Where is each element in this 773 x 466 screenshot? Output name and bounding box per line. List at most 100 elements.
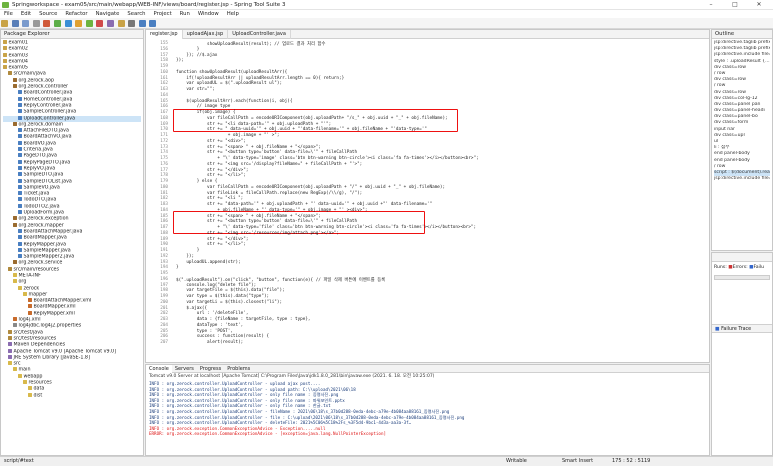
tree-item-label: UploadController.java bbox=[23, 116, 76, 122]
menu-help[interactable]: Help bbox=[223, 10, 243, 18]
line-number: 181 bbox=[160, 190, 168, 196]
tree-item-icon bbox=[18, 102, 22, 107]
code-line[interactable]: var fileLink = fileCallPath.replace(new … bbox=[176, 191, 362, 196]
tab-register-jsp[interactable]: register.jsp bbox=[146, 30, 183, 39]
code-line[interactable]: str += "<span> " + obj.fileName + "</spa… bbox=[176, 214, 321, 219]
search-icon[interactable] bbox=[128, 20, 136, 27]
back-icon[interactable] bbox=[138, 20, 146, 27]
code-line[interactable]: str += "<img src='/resources/img/attach.… bbox=[176, 231, 339, 236]
code-line[interactable]: str += "data-path='" + obj.uploadPath + … bbox=[176, 202, 432, 207]
code-line[interactable]: var targetFile = $(this).data("file"); bbox=[176, 288, 284, 293]
code-line[interactable]: } bbox=[176, 265, 179, 270]
menu-file[interactable]: File bbox=[0, 10, 17, 18]
code-line[interactable]: + obj.fileName + "' data-type='" + obj.i… bbox=[176, 208, 367, 213]
code-line[interactable]: str += "<button type='button' data-file=… bbox=[176, 150, 357, 155]
code-line[interactable]: var type = $(this).data("type"); bbox=[176, 294, 269, 299]
code-line[interactable]: alert(result); bbox=[176, 340, 243, 345]
code-line[interactable]: } bbox=[176, 47, 200, 52]
code-line[interactable]: var str=""; bbox=[176, 87, 214, 92]
outline-item[interactable]: jsp:directive.include file= bbox=[714, 52, 770, 58]
code-line[interactable]: $.ajax({ bbox=[176, 306, 207, 311]
menu-run[interactable]: Run bbox=[176, 10, 194, 18]
menu-refactor[interactable]: Refactor bbox=[61, 10, 91, 18]
console-output[interactable]: INFO : org.zerock.controller.UploadContr… bbox=[146, 380, 709, 455]
code-line[interactable]: str += "<li data-path='" + obj.uploadPat… bbox=[176, 122, 331, 127]
code-line[interactable]: } else { bbox=[176, 179, 218, 184]
tree-item-icon bbox=[23, 380, 27, 385]
new-icon[interactable] bbox=[1, 20, 8, 27]
code-line[interactable]: var uploadUL = $(".uploadResult ul"); bbox=[176, 81, 282, 86]
tree-item-label: resources bbox=[28, 380, 52, 386]
print-icon[interactable] bbox=[32, 20, 40, 27]
code-line[interactable]: str += "<img src='/display?fileName=" + … bbox=[176, 162, 362, 167]
code-area[interactable]: 155 showUploadResult(result); // 업로드 결과 … bbox=[146, 39, 709, 362]
menu-window[interactable]: Window bbox=[194, 10, 223, 18]
code-line[interactable]: uploadUL.append(str); bbox=[176, 260, 240, 265]
close-button[interactable]: ✕ bbox=[747, 0, 771, 10]
maximize-button[interactable]: □ bbox=[723, 0, 747, 10]
code-line[interactable]: }); bbox=[176, 58, 184, 63]
code-line[interactable]: var fileCallPath = encodeURIComponent(ob… bbox=[176, 185, 445, 190]
code-line[interactable]: var fileCallPath = encodeURIComponent(ob… bbox=[176, 116, 448, 121]
code-line[interactable]: data : {fileName : targetFile, type : ty… bbox=[176, 317, 311, 322]
tree-item-icon bbox=[13, 121, 17, 126]
menu-project[interactable]: Project bbox=[150, 10, 176, 18]
run-icon[interactable] bbox=[53, 20, 61, 27]
code-line[interactable]: } bbox=[176, 248, 200, 253]
menu-search[interactable]: Search bbox=[123, 10, 149, 18]
save-icon[interactable] bbox=[11, 20, 19, 27]
code-line[interactable]: str += "<li "; bbox=[176, 196, 243, 201]
server-icon[interactable] bbox=[43, 20, 51, 27]
menu-navigate[interactable]: Navigate bbox=[92, 10, 124, 18]
code-line[interactable]: url : '/deleteFile', bbox=[176, 311, 249, 316]
code-line[interactable]: str += "</li>"; bbox=[176, 173, 246, 178]
code-line[interactable]: str += " data-uuid='" + obj.uuid + "'dat… bbox=[176, 127, 427, 132]
minimize-button[interactable]: – bbox=[699, 0, 723, 10]
save-all-icon[interactable] bbox=[22, 20, 30, 27]
tab-uploadcontroller-java[interactable]: UploadController.java bbox=[228, 30, 291, 39]
code-line[interactable]: dataType : 'text', bbox=[176, 323, 244, 328]
code-line[interactable]: if(obj.image) { bbox=[176, 110, 236, 115]
code-line[interactable]: $(uploadResultArr).each(function(i, obj)… bbox=[176, 99, 292, 104]
code-line[interactable]: type : 'POST', bbox=[176, 329, 233, 334]
code-line[interactable]: + "\' data-type='file' class='btn btn-wa… bbox=[176, 225, 476, 230]
code-line[interactable]: str += "<span> " + obj.fileName + "</spa… bbox=[176, 145, 321, 150]
tab-uploadajax-jsp[interactable]: uploadAjax.jsp bbox=[183, 30, 229, 39]
open-type-icon[interactable] bbox=[117, 20, 125, 27]
menu-source[interactable]: Source bbox=[35, 10, 61, 18]
code-line[interactable]: }); bbox=[176, 254, 194, 259]
line-number: 186 bbox=[160, 219, 168, 225]
line-number: 158 bbox=[160, 58, 168, 64]
outline-panel: Outline jsp:directive.taglib prefix jsp:d… bbox=[711, 29, 773, 251]
new-class-icon[interactable] bbox=[106, 20, 114, 27]
window-title: Springworkspace - exam05/src/main/webapp… bbox=[12, 2, 286, 8]
line-number: 155 bbox=[160, 41, 168, 46]
code-line[interactable]: + "\' data-type='image' class='btn btn-w… bbox=[176, 156, 478, 161]
code-line[interactable]: // image type bbox=[176, 104, 231, 109]
outline-item[interactable]: style : .uploadResult {... bbox=[714, 59, 770, 65]
menu-edit[interactable]: Edit bbox=[17, 10, 35, 18]
code-line[interactable]: var targetLi = $(this).closest("li"); bbox=[176, 300, 282, 305]
tab-problems[interactable]: Problems bbox=[224, 365, 253, 373]
code-line[interactable]: str += "</div>"; bbox=[176, 168, 248, 173]
tab-servers[interactable]: Servers bbox=[172, 365, 197, 373]
code-line[interactable]: str += "</div>"; bbox=[176, 237, 248, 242]
code-line[interactable]: + obj.image + "' >"; bbox=[176, 133, 280, 138]
code-line[interactable]: if(!uploadResultArr || uploadResultArr.l… bbox=[176, 76, 344, 81]
code-line[interactable]: str += "<button type='button' data-file=… bbox=[176, 219, 357, 224]
spring-icon[interactable] bbox=[85, 20, 93, 27]
debug-icon[interactable] bbox=[64, 20, 72, 27]
tab-progress[interactable]: Progress bbox=[197, 365, 224, 373]
code-line[interactable]: }); //$.ajax bbox=[176, 53, 217, 58]
tab-console[interactable]: Console bbox=[146, 365, 172, 373]
code-line[interactable]: function showUploadResult(uploadResultAr… bbox=[176, 70, 287, 75]
code-line[interactable]: str += "</li>"; bbox=[176, 242, 246, 247]
code-line[interactable]: success : function(result) { bbox=[176, 334, 269, 339]
stop-icon[interactable] bbox=[96, 20, 104, 27]
code-line[interactable]: console.log("delete file"); bbox=[176, 283, 256, 288]
forward-icon[interactable] bbox=[149, 20, 157, 27]
code-line[interactable]: str += "<div>"; bbox=[176, 139, 246, 144]
external-tools-icon[interactable] bbox=[75, 20, 83, 27]
outline-item[interactable]: jsp:directive.include file= bbox=[714, 176, 770, 182]
tree-item[interactable]: dist bbox=[3, 392, 141, 399]
